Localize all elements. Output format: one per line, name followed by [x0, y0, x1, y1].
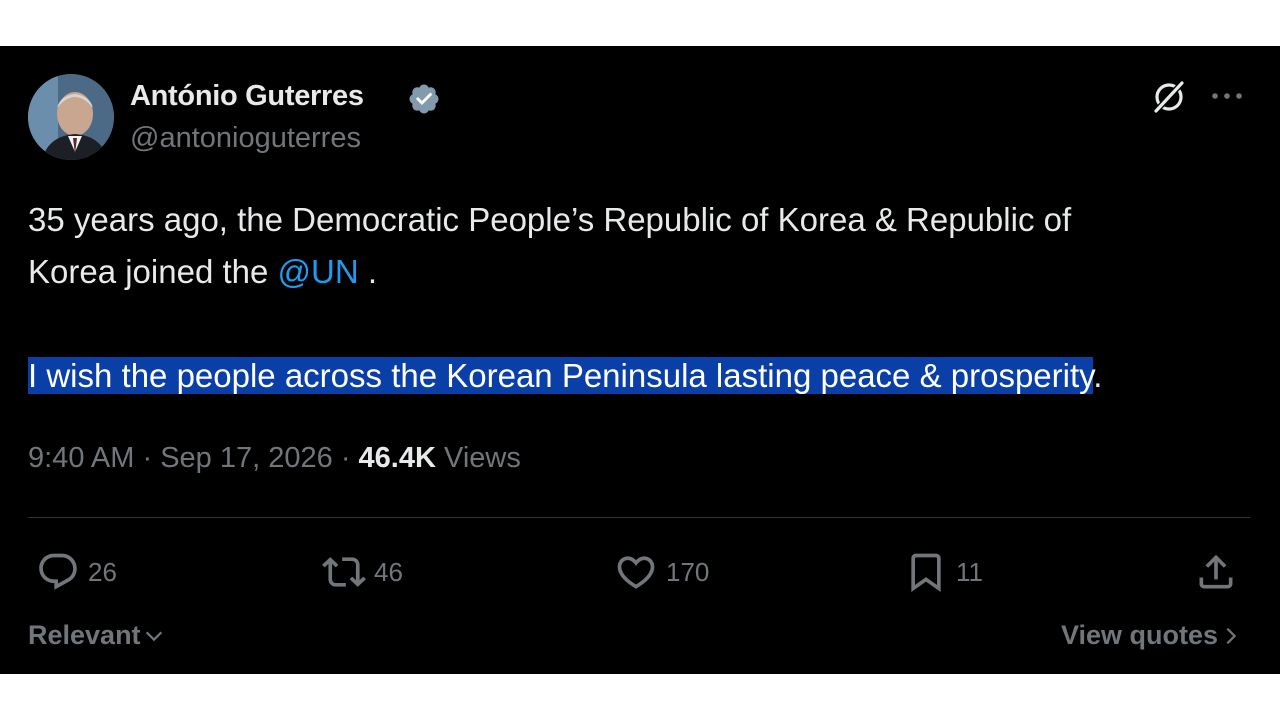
tweet-line-1: 35 years ago, the Democratic People’s Re…	[28, 201, 1072, 238]
tweet-text: 35 years ago, the Democratic People’s Re…	[28, 194, 1253, 402]
sort-label: Relevant	[28, 620, 141, 650]
chevron-right-icon	[1226, 627, 1237, 644]
reply-icon	[39, 553, 77, 590]
tweet-date[interactable]: Sep 17, 2026	[160, 442, 333, 474]
reply-button[interactable]: 26	[36, 552, 117, 592]
more-icon[interactable]	[1210, 82, 1244, 110]
views-label[interactable]: Views	[444, 442, 521, 474]
like-button[interactable]: 170	[614, 552, 709, 592]
like-count: 170	[666, 556, 710, 587]
tweet-line-3: I wish the people across the Korean Peni…	[28, 350, 1253, 402]
verified-badge-icon[interactable]	[407, 82, 441, 116]
grok-icon[interactable]	[1150, 78, 1188, 116]
tweet-time[interactable]: 9:40 AM	[28, 442, 134, 474]
bookmark-button[interactable]: 11	[904, 552, 983, 593]
views-count[interactable]: 46.4K	[359, 442, 436, 474]
tweet-card: António Guterres @antonioguterres 35 yea…	[0, 46, 1280, 674]
meta-separator-2: ·	[340, 442, 351, 474]
avatar-image	[28, 74, 114, 160]
tweet-line-2: Korea joined the @UN .	[28, 246, 1253, 298]
chevron-down-icon	[145, 631, 162, 641]
tweet-line-2-suffix: .	[358, 253, 378, 290]
view-quotes-link[interactable]: View quotes	[1061, 620, 1242, 651]
trailing-text: .	[1093, 357, 1103, 394]
share-button[interactable]	[1194, 552, 1238, 592]
bookmark-count: 11	[956, 556, 983, 587]
selected-text: I wish the people across the Korean Peni…	[28, 357, 1094, 394]
tweet-line-2-prefix: Korea joined the	[28, 253, 278, 290]
like-icon	[617, 556, 655, 589]
view-quotes-label: View quotes	[1060, 620, 1218, 650]
mention-link[interactable]: @UN	[278, 253, 359, 290]
meta-separator-1: ·	[142, 442, 153, 474]
avatar[interactable]	[28, 74, 114, 160]
share-icon	[1199, 554, 1233, 589]
repost-count: 46	[374, 556, 403, 587]
sort-dropdown[interactable]: Relevant	[28, 620, 165, 651]
tweet-meta: 9:40 AM · Sep 17, 2026 · 46.4K Views	[28, 442, 521, 475]
author-name[interactable]: António Guterres	[130, 80, 364, 113]
bookmark-icon	[911, 553, 941, 593]
repost-button[interactable]: 46	[322, 552, 403, 592]
repost-icon	[322, 557, 366, 587]
divider	[28, 517, 1250, 518]
author-handle[interactable]: @antonioguterres	[130, 122, 361, 155]
reply-count: 26	[88, 556, 117, 587]
